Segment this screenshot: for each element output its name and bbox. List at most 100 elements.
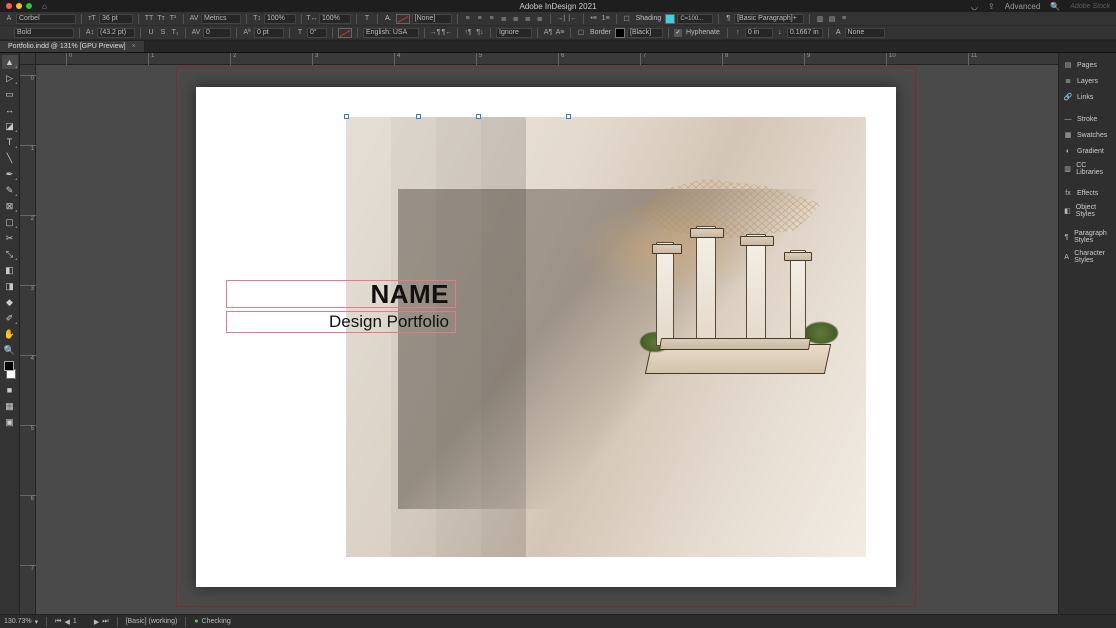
page-first-icon[interactable]: ⏮ bbox=[55, 618, 61, 626]
indent-right-icon[interactable]: |← bbox=[568, 14, 578, 24]
view-mode-normal[interactable]: ▦ bbox=[2, 399, 18, 413]
gradient-swatch-tool[interactable]: ◧ bbox=[2, 263, 18, 277]
panel-cc-libraries[interactable]: ▥CC Libraries bbox=[1059, 159, 1116, 179]
share-icon[interactable]: ⇪ bbox=[988, 2, 995, 11]
page-spread[interactable]: NAME Design Portfolio bbox=[196, 87, 896, 587]
panel-layers[interactable]: ≣Layers bbox=[1059, 73, 1116, 89]
page-tool[interactable]: ▭ bbox=[2, 87, 18, 101]
dropcap-chars-icon[interactable]: A≡ bbox=[555, 28, 565, 38]
page-number-field[interactable]: 1 bbox=[73, 618, 91, 625]
underline-icon[interactable]: U bbox=[146, 28, 156, 38]
options-icon[interactable]: ≡ bbox=[839, 14, 849, 24]
close-tab-icon[interactable]: × bbox=[132, 43, 136, 50]
vscale-field[interactable]: 100% bbox=[264, 14, 296, 24]
horizontal-ruler[interactable]: 01234567891011 bbox=[36, 53, 1058, 65]
panel-stroke[interactable]: —Stroke bbox=[1059, 111, 1116, 127]
subtitle-text-frame[interactable]: Design Portfolio bbox=[226, 311, 456, 333]
align-right-icon[interactable]: ≡ bbox=[487, 14, 497, 24]
subscript-icon[interactable]: T₁ bbox=[170, 28, 180, 38]
title-text-frame[interactable]: NAME bbox=[226, 280, 456, 308]
cloud-icon[interactable]: ◡ bbox=[971, 2, 978, 11]
hyphenate-checkbox[interactable]: ✓ bbox=[674, 29, 682, 37]
border-checkbox[interactable]: ☐ bbox=[576, 28, 586, 38]
direct-selection-tool[interactable]: ▷ bbox=[2, 71, 18, 85]
preflight-label[interactable]: Checking bbox=[202, 618, 231, 625]
align-to-field[interactable]: Ignore bbox=[496, 28, 532, 38]
baseline-grid-icon[interactable]: ▤ bbox=[827, 14, 837, 24]
scissors-tool[interactable]: ✂ bbox=[2, 231, 18, 245]
shading-swatch[interactable] bbox=[665, 14, 675, 24]
indent-first-icon[interactable]: →¶ bbox=[430, 28, 440, 38]
selection-handle[interactable] bbox=[476, 114, 481, 119]
indent-left-icon[interactable]: →| bbox=[556, 14, 566, 24]
allcaps-icon[interactable]: TT bbox=[144, 14, 154, 24]
fill-swatch-none[interactable] bbox=[396, 14, 410, 24]
font-family-field[interactable]: Corbel bbox=[16, 14, 76, 24]
smallcaps-icon[interactable]: Tᴛ bbox=[156, 14, 166, 24]
columns-icon[interactable]: ▥ bbox=[815, 14, 825, 24]
gap-tool[interactable]: ↔ bbox=[2, 103, 18, 117]
type-tool[interactable]: T bbox=[2, 135, 18, 149]
eyedropper-tool[interactable]: ✐ bbox=[2, 311, 18, 325]
language-field[interactable]: English: USA bbox=[363, 28, 419, 38]
space-before-field[interactable]: 0 in bbox=[745, 28, 773, 38]
panel-pages[interactable]: ▤Pages bbox=[1059, 57, 1116, 73]
char-style-field[interactable]: None bbox=[845, 28, 885, 38]
rectangle-frame-tool[interactable]: ⊠ bbox=[2, 199, 18, 213]
font-style-field[interactable]: Bold bbox=[14, 28, 74, 38]
kerning-field[interactable]: Metrics bbox=[201, 14, 241, 24]
space-before-icon[interactable]: ↑¶ bbox=[463, 28, 473, 38]
para-style-field[interactable]: [Basic Paragraph]+ bbox=[734, 14, 804, 24]
border-swatch[interactable] bbox=[615, 28, 625, 38]
baseline-field[interactable]: 0 pt bbox=[254, 28, 284, 38]
leading-field[interactable]: (43.2 pt) bbox=[97, 28, 135, 38]
apply-color-icon[interactable]: ■ bbox=[2, 383, 18, 397]
selection-handle[interactable] bbox=[416, 114, 421, 119]
fill-stroke-swatch[interactable] bbox=[2, 359, 18, 381]
canvas-area[interactable]: 01234567891011 01234567 bbox=[20, 53, 1058, 619]
note-tool[interactable]: ◆ bbox=[2, 295, 18, 309]
dropcap-icon[interactable]: A¶ bbox=[543, 28, 553, 38]
space-after-icon[interactable]: ¶↓ bbox=[475, 28, 485, 38]
ruler-origin[interactable] bbox=[20, 53, 36, 65]
vertical-ruler[interactable]: 01234567 bbox=[20, 65, 36, 619]
font-size-field[interactable]: 36 pt bbox=[99, 14, 133, 24]
space-after-field[interactable]: 0.1667 in bbox=[787, 28, 823, 38]
hscale-field[interactable]: 100% bbox=[319, 14, 351, 24]
view-mode-preview[interactable]: ▣ bbox=[2, 415, 18, 429]
chevron-down-icon[interactable]: ▾ bbox=[35, 618, 39, 626]
bullets-icon[interactable]: •≡ bbox=[589, 14, 599, 24]
superscript-icon[interactable]: T¹ bbox=[168, 14, 178, 24]
border-color-field[interactable]: [Black] bbox=[627, 28, 663, 38]
page-prev-icon[interactable]: ◀ bbox=[64, 618, 69, 626]
fill-field[interactable]: [None] bbox=[412, 14, 452, 24]
page-last-icon[interactable]: ⏭ bbox=[102, 618, 108, 626]
document-tab[interactable]: Portfolio.indd @ 131% [GPU Preview] × bbox=[0, 41, 145, 52]
layout-label[interactable]: [Basic] (working) bbox=[126, 618, 178, 625]
minimize-window-icon[interactable] bbox=[16, 3, 22, 9]
close-window-icon[interactable] bbox=[6, 3, 12, 9]
panel-effects[interactable]: fxEffects bbox=[1059, 185, 1116, 201]
panel-links[interactable]: 🔗Links bbox=[1059, 89, 1116, 105]
line-tool[interactable]: ╲ bbox=[2, 151, 18, 165]
shading-checkbox[interactable]: ☐ bbox=[622, 14, 632, 24]
tracking-field[interactable]: 0 bbox=[203, 28, 231, 38]
skew-field[interactable]: 0° bbox=[307, 28, 327, 38]
indent-last-icon[interactable]: ¶← bbox=[442, 28, 452, 38]
panel-swatches[interactable]: ▦Swatches bbox=[1059, 127, 1116, 143]
selection-handle[interactable] bbox=[344, 114, 349, 119]
free-transform-tool[interactable]: ⤡ bbox=[2, 247, 18, 261]
hand-tool[interactable]: ✋ bbox=[2, 327, 18, 341]
page-next-icon[interactable]: ▶ bbox=[94, 618, 99, 626]
content-collector-tool[interactable]: ◪ bbox=[2, 119, 18, 133]
numbered-icon[interactable]: 1≡ bbox=[601, 14, 611, 24]
justify-last-center-icon[interactable]: ≣ bbox=[523, 14, 533, 24]
strike-icon[interactable]: S bbox=[158, 28, 168, 38]
justify-last-left-icon[interactable]: ≣ bbox=[511, 14, 521, 24]
zoom-tool[interactable]: 🔍 bbox=[2, 343, 18, 357]
search-icon[interactable]: 🔍 bbox=[1050, 2, 1060, 11]
selection-tool[interactable]: ▲ bbox=[2, 55, 18, 69]
pen-tool[interactable]: ✒ bbox=[2, 167, 18, 181]
gradient-feather-tool[interactable]: ◨ bbox=[2, 279, 18, 293]
align-center-icon[interactable]: ≡ bbox=[475, 14, 485, 24]
